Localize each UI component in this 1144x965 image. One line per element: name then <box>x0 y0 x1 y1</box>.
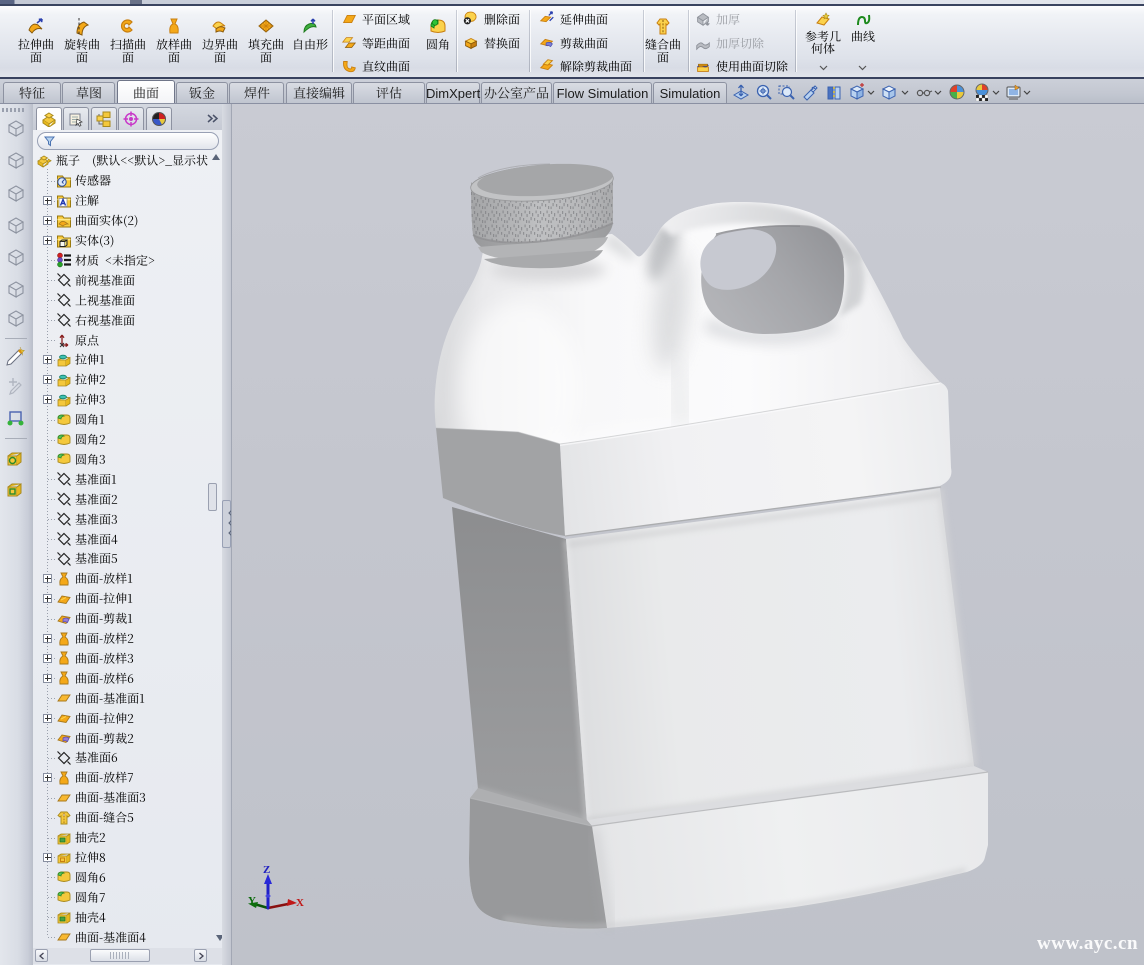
svg-text:Z: Z <box>263 864 270 876</box>
svg-text:Y: Y <box>248 895 256 907</box>
svg-text:X: X <box>296 897 304 909</box>
